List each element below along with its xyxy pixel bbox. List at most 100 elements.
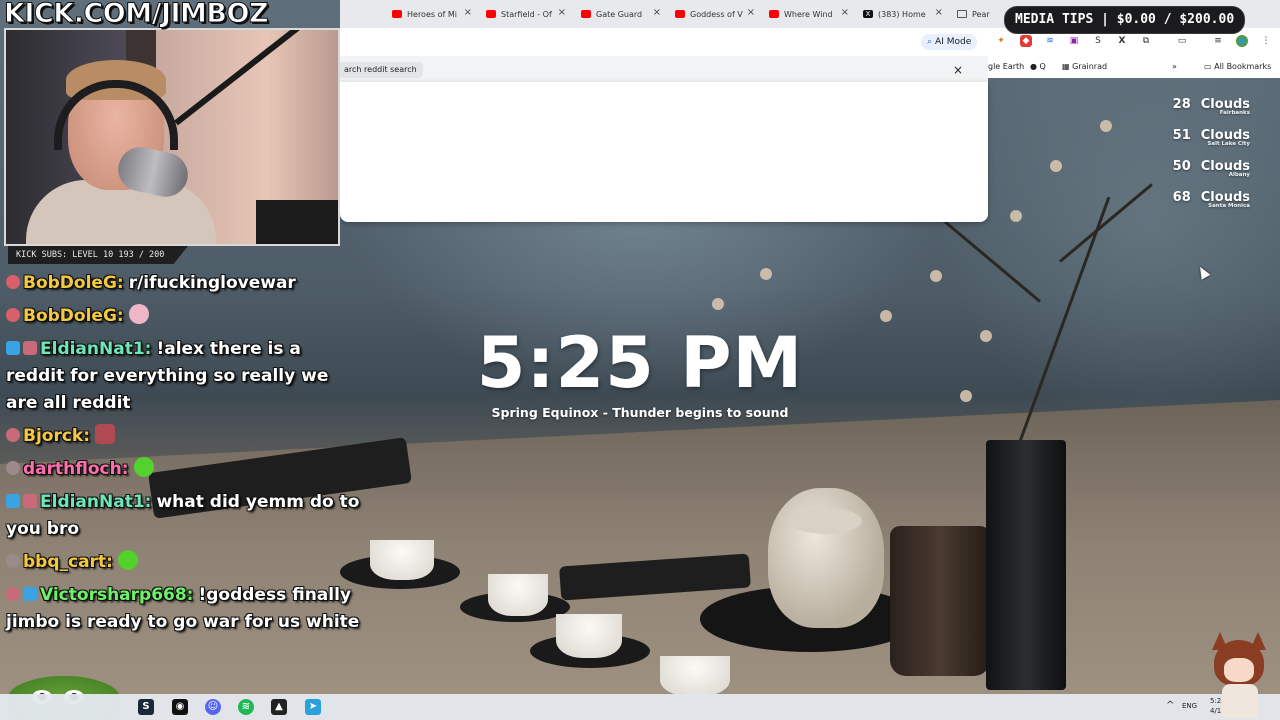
blossom — [880, 310, 892, 322]
language-indicator[interactable]: ENG — [1182, 702, 1197, 710]
steam-icon[interactable]: S — [138, 699, 154, 715]
user-badge-icon — [6, 428, 20, 442]
tab-close-icon[interactable]: × — [935, 7, 943, 18]
tea-jar — [890, 526, 990, 676]
user-badge-icon — [6, 587, 20, 601]
bookmark-google-earth[interactable]: gle Earth — [988, 62, 1024, 71]
cube-badge-icon — [23, 587, 37, 601]
browser-tab[interactable]: Where Wind × — [769, 6, 849, 22]
browser-tab[interactable]: X (383) Home × — [863, 6, 943, 22]
close-icon[interactable]: × — [953, 62, 963, 78]
ai-mode-button[interactable]: ⌕ AI Mode — [921, 34, 978, 50]
folder-icon: ▭ — [1204, 62, 1212, 71]
branch — [931, 210, 1041, 303]
tea-cup — [488, 574, 548, 616]
chat-message: darthfloch: — [6, 456, 361, 483]
user-badge-icon — [6, 554, 20, 568]
app-icon[interactable]: ▲ — [271, 699, 287, 715]
sparkle-search-icon: ⌕ — [927, 37, 933, 47]
search-bar — [340, 56, 988, 82]
tab-close-icon[interactable]: × — [747, 7, 755, 18]
chat-message: EldianNat1: what did yemm do to you bro — [6, 492, 360, 539]
vase — [986, 440, 1066, 690]
kebab-menu-icon[interactable]: ⋮ — [1260, 35, 1272, 47]
chat-message: BobDoleG: r/ifuckinglovewar — [6, 270, 361, 297]
weather-item: 50 Clouds Albany — [1172, 159, 1250, 178]
puzzle-icon[interactable]: ⧉ — [1140, 35, 1152, 47]
user-badge-icon — [6, 275, 20, 289]
chat-message: Bjorck: — [6, 423, 361, 450]
monitor — [256, 200, 338, 244]
youtube-icon — [392, 10, 402, 18]
discord-icon[interactable]: ☺ — [205, 699, 221, 715]
sub-badge-icon — [6, 494, 20, 508]
youtube-icon — [581, 10, 591, 18]
media-tips-goal: MEDIA TIPS | $0.00 / $200.00 — [1004, 6, 1246, 34]
pig-emote-icon — [128, 304, 149, 324]
menu-lines-icon[interactable]: ≡ — [1212, 35, 1224, 47]
clock-subtitle: Spring Equinox - Thunder begins to sound — [491, 405, 789, 420]
taskbar — [0, 694, 1280, 720]
browser-tab[interactable]: Heroes of Mi × — [392, 6, 472, 22]
browser-toolbar — [340, 28, 988, 56]
chevron-right-icon[interactable]: » — [1172, 62, 1177, 71]
browser-tab[interactable]: Gate Guard × — [581, 6, 661, 22]
tea-cup — [370, 540, 434, 580]
tab-close-icon[interactable]: × — [841, 7, 849, 18]
x-extension-icon[interactable]: X — [1116, 35, 1128, 47]
channel-url: KICK.COM/JIMBOZ — [3, 0, 269, 30]
folder-icon — [957, 10, 967, 18]
chevron-up-icon[interactable]: ^ — [1166, 700, 1174, 711]
tab-close-icon[interactable]: × — [653, 7, 661, 18]
telegram-icon[interactable]: ➤ — [305, 699, 321, 715]
extension-icon[interactable]: ▣ — [1068, 35, 1080, 47]
bookmark-all-bookmarks[interactable]: ▭ All Bookmarks — [1204, 62, 1271, 71]
grainrad-icon: ▦ — [1062, 62, 1070, 71]
blossom — [1050, 160, 1062, 172]
chat-message: bbq_cart: — [6, 549, 361, 576]
browser-tab[interactable]: Pear — [957, 6, 997, 22]
anime-mascot — [1208, 632, 1270, 720]
user-badge-icon — [6, 461, 20, 475]
browser-tab[interactable]: Starfield - Of × — [486, 6, 566, 22]
clock-time: 5:25 PM — [476, 322, 804, 404]
tab-close-icon[interactable]: × — [558, 7, 566, 18]
weather-item: 28 Clouds Fairbanks — [1172, 97, 1250, 116]
green-emote-icon — [117, 550, 138, 570]
spotify-icon[interactable]: ≋ — [238, 699, 254, 715]
user-badge-icon — [6, 308, 20, 322]
tab-close-icon[interactable]: × — [464, 7, 472, 18]
bookmark-grainrad[interactable]: ▦ Grainrad — [1062, 62, 1107, 71]
blossom — [1010, 210, 1022, 222]
blossom — [760, 268, 772, 280]
s-extension-icon[interactable]: S — [1092, 35, 1104, 47]
chat-message: Victorsharp668: !goddess finally jimbo is… — [6, 585, 360, 632]
ublock-icon[interactable]: ◆ — [1020, 35, 1032, 47]
search-dropdown-panel — [340, 82, 988, 222]
weather-item: 68 Clouds Santa Monica — [1172, 190, 1250, 209]
bookmark-q[interactable]: ● Q — [1030, 62, 1046, 71]
profile-avatar-icon[interactable] — [1236, 35, 1248, 47]
search-suggestion-chip[interactable]: arch reddit search — [338, 62, 423, 78]
metamask-icon[interactable]: ✦ — [995, 35, 1007, 47]
webcam-feed — [4, 28, 340, 246]
cast-icon[interactable]: ▭ — [1176, 35, 1188, 47]
tea-cup — [556, 614, 622, 658]
gifter-badge-icon — [23, 494, 37, 508]
browser-tab[interactable]: Goddess of V × — [675, 6, 755, 22]
x-icon: X — [863, 10, 873, 18]
youtube-icon — [769, 10, 779, 18]
subs-goal-bar: KICK SUBS: LEVEL 10 193 / 200 — [8, 246, 188, 264]
youtube-icon — [486, 10, 496, 18]
obs-icon[interactable]: ◉ — [172, 699, 188, 715]
green-emote-icon — [133, 457, 154, 477]
blossom — [930, 270, 942, 282]
teapot-lid — [790, 508, 862, 534]
tea-cup — [660, 656, 730, 696]
weather-item: 51 Clouds Salt Lake City — [1172, 128, 1250, 147]
github-icon: ● — [1030, 62, 1037, 71]
blossom — [712, 298, 724, 310]
face-emote-icon — [95, 424, 116, 444]
youtube-icon — [675, 10, 685, 18]
audio-icon[interactable]: ≋ — [1044, 35, 1056, 47]
